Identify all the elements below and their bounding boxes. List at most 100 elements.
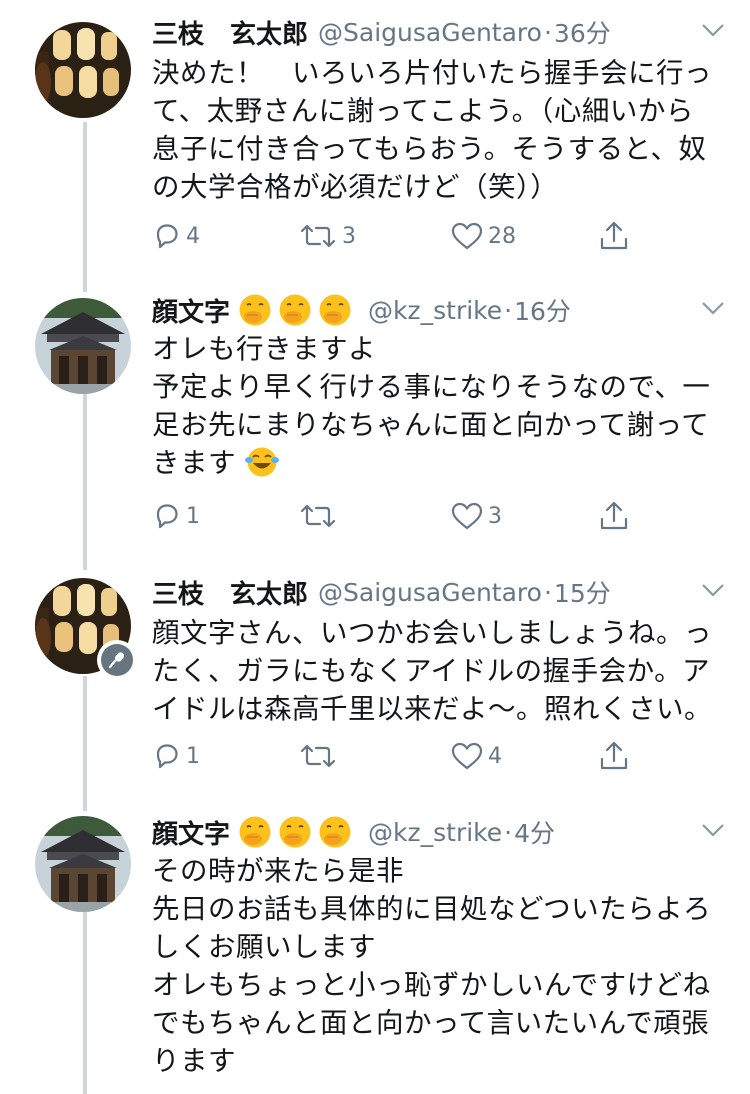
user-handle[interactable]: @kz_strike <box>368 296 502 325</box>
like-count: 4 <box>488 743 502 769</box>
tweet-actions: 1 4 <box>152 736 642 776</box>
like-count: 28 <box>488 223 516 249</box>
tweet-text-line: 息子に付き合ってもらおう。そうすると、奴 <box>152 133 707 165</box>
timestamp[interactable]: 36分 <box>554 14 611 50</box>
microphone-icon <box>108 652 124 669</box>
separator-dot: · <box>504 817 513 847</box>
reply-icon <box>156 224 178 249</box>
retweet-icon <box>300 744 336 768</box>
avatar[interactable] <box>35 816 131 912</box>
tweet-header: 三枝 玄太郎 @SaigusaGentaro · 15分 <box>152 572 730 612</box>
tweet-header: 顔文字 @kz_s <box>152 812 730 852</box>
avatar[interactable] <box>35 298 131 394</box>
tweet-text-line: 決めた！ いろいろ片付いたら握手会に行っ <box>152 57 712 89</box>
retweet-icon <box>300 224 336 248</box>
tweet-text: 決めた！ いろいろ片付いたら握手会に行っ て、太野さんに謝ってこよう。（心細いか… <box>152 54 720 206</box>
retweet-icon <box>300 504 336 528</box>
tweet-text-line: イドルは森高千里以来だよ〜。照れくさい。 <box>152 693 712 725</box>
tweet-text-line: オレもちょっと小っ恥ずかしいんですけどね <box>152 969 711 1001</box>
heart-icon <box>451 742 483 770</box>
tweet-header: 三枝 玄太郎 @SaigusaGentaro · 36分 <box>152 12 730 52</box>
user-handle[interactable]: @SaigusaGentaro <box>318 578 542 607</box>
heart-icon <box>451 222 483 250</box>
display-name[interactable]: 三枝 玄太郎 <box>152 14 308 51</box>
heart-icon <box>451 502 483 530</box>
like-count: 3 <box>488 503 502 529</box>
retweet-button[interactable]: 3 <box>298 216 356 256</box>
reply-button[interactable]: 4 <box>152 216 200 256</box>
reply-button[interactable]: 1 <box>152 736 200 776</box>
separator-dot: · <box>504 295 513 325</box>
avatar[interactable] <box>35 22 131 118</box>
tweet-actions: 1 3 <box>152 496 642 536</box>
tears-of-joy-emoji <box>245 447 280 477</box>
tweet-text-line: きます <box>152 444 720 482</box>
tweet-text-fragment: きます <box>152 447 236 479</box>
timestamp[interactable]: 16分 <box>514 292 571 328</box>
share-icon <box>600 221 628 250</box>
share-button[interactable] <box>598 496 630 536</box>
timestamp[interactable]: 4分 <box>514 814 555 850</box>
display-name[interactable]: 顔文字 <box>152 814 230 851</box>
tweet-text-line: ります <box>152 1045 236 1077</box>
face-with-hand-over-mouth-emoji <box>239 816 271 848</box>
reply-button[interactable]: 1 <box>152 496 200 536</box>
retweet-button[interactable] <box>298 736 342 776</box>
separator-dot: · <box>543 17 552 47</box>
retweet-button[interactable] <box>298 496 342 536</box>
like-button[interactable]: 4 <box>450 736 502 776</box>
face-with-hand-over-mouth-emoji <box>279 294 311 326</box>
reply-count: 4 <box>186 223 200 249</box>
reply-icon <box>156 744 178 769</box>
tweet-actions: 4 3 28 <box>152 216 642 256</box>
face-with-hand-over-mouth-emoji <box>319 816 351 848</box>
tweet-text-line: 先日のお話も具体的に目処などついたらよろ <box>152 893 712 925</box>
display-name[interactable]: 顔文字 <box>152 292 230 329</box>
tweet-text-line: て、太野さんに謝ってこよう。（心細いから <box>152 95 694 127</box>
chevron-down-icon[interactable] <box>700 20 726 40</box>
chevron-down-icon[interactable] <box>700 820 726 840</box>
face-with-hand-over-mouth-emoji <box>239 294 271 326</box>
share-button[interactable] <box>598 216 630 256</box>
user-handle[interactable]: @SaigusaGentaro <box>318 18 542 47</box>
tweet-text: オレも行きますよ 予定より早く行ける事になりそうなので、一 足お先にまりなちゃん… <box>152 330 720 482</box>
face-with-hand-over-mouth-emoji <box>279 816 311 848</box>
face-with-hand-over-mouth-emoji <box>319 294 351 326</box>
tweet-text-line: その時が来たら是非 <box>152 855 404 887</box>
tweet-text: 顔文字さん、いつかお会いしましょうね。っ たく、ガラにもなくアイドルの握手会か。… <box>152 614 720 728</box>
reply-count: 1 <box>186 503 200 529</box>
share-icon <box>600 741 628 770</box>
retweet-count: 3 <box>342 223 356 249</box>
shrine-photo-avatar <box>35 298 131 394</box>
tweet-text-line: しくお願いします <box>152 931 376 963</box>
reply-icon <box>156 504 178 529</box>
chevron-down-icon[interactable] <box>700 298 726 318</box>
shrine-photo-avatar <box>35 816 131 912</box>
name-emoji-group <box>238 815 352 849</box>
reply-count: 1 <box>186 743 200 769</box>
tweet[interactable]: 三枝 玄太郎 @SaigusaGentaro · 15分 顔文字さん、いつかお会… <box>0 570 750 810</box>
lantern-photo-avatar <box>35 22 131 118</box>
tweet[interactable]: 顔文字 @kz_s <box>0 810 750 1094</box>
chevron-down-icon[interactable] <box>700 580 726 600</box>
tweet-header: 顔文字 @kz_s <box>152 290 730 330</box>
like-button[interactable]: 3 <box>450 496 502 536</box>
tweet[interactable]: 三枝 玄太郎 @SaigusaGentaro · 36分 決めた！ いろいろ片付… <box>0 0 750 290</box>
separator-dot: · <box>543 577 552 607</box>
share-button[interactable] <box>598 736 630 776</box>
user-handle[interactable]: @kz_strike <box>368 818 502 847</box>
tweet-text-line: の大学合格が必須だけど（笑）） <box>152 171 559 203</box>
tweet-text-line: オレも行きますよ <box>152 333 376 365</box>
tweet-text-line: 予定より早く行ける事になりそうなので、一 <box>152 371 711 403</box>
timestamp[interactable]: 15分 <box>554 574 611 610</box>
display-name[interactable]: 三枝 玄太郎 <box>152 574 308 611</box>
tweet-text-line: たく、ガラにもなくアイドルの握手会か。ア <box>152 655 711 687</box>
tweet-text-line: でもちゃんと面と向かって言いたいんで頑張 <box>152 1007 710 1039</box>
tweet-text: その時が来たら是非 先日のお話も具体的に目処などついたらよろ しくお願いします … <box>152 852 720 1080</box>
tweet-text-line: 足お先にまりなちゃんに面と向かって謝って <box>152 409 710 441</box>
voice-badge <box>97 640 137 680</box>
like-button[interactable]: 28 <box>450 216 516 256</box>
tweet-text-line: 顔文字さん、いつかお会いしましょうね。っ <box>152 617 712 649</box>
share-icon <box>600 501 628 530</box>
tweet[interactable]: 顔文字 @kz_s <box>0 290 750 570</box>
